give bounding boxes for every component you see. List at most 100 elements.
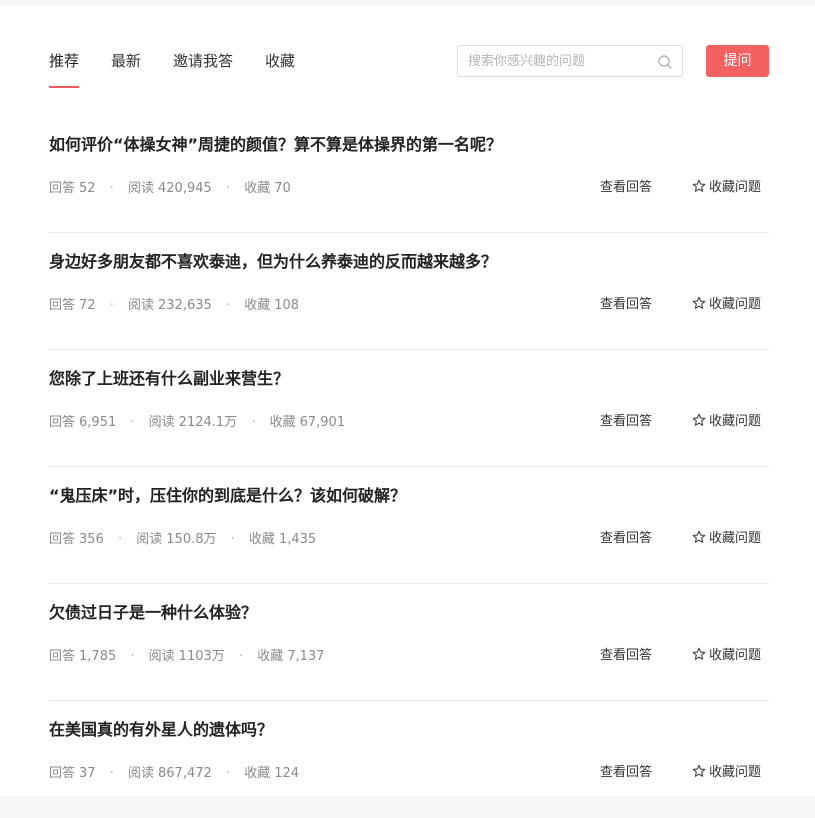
- reads-count: 232,635: [158, 298, 212, 313]
- favorite-question-label: 收藏问题: [708, 765, 761, 780]
- reads-label: 阅读: [148, 649, 175, 664]
- answers-label: 回答: [49, 181, 76, 196]
- separator: ·: [130, 649, 135, 664]
- answers-count: 356: [79, 532, 104, 547]
- question-stats: 回答 6,951 · 阅读 2124.1万 · 收藏 67,901: [49, 411, 345, 430]
- question-actions: 查看回答 收藏问题: [600, 527, 761, 546]
- tab-recommended[interactable]: 推荐: [49, 44, 80, 88]
- view-answers-button[interactable]: 查看回答: [600, 527, 652, 546]
- separator: ·: [117, 532, 123, 547]
- question-stats: 回答 52 · 阅读 420,945 · 收藏 70: [49, 177, 291, 196]
- star-icon: [692, 764, 706, 777]
- feed-header: 推荐 最新 邀请我答 收藏 提问: [49, 44, 769, 90]
- question-item: 您除了上班还有什么副业来营生？ 回答 6,951 · 阅读 2124.1万 · 收藏…: [49, 350, 769, 467]
- answers-label: 回答: [49, 532, 76, 547]
- question-stats: 回答 1,785 · 阅读 1103万 · 收藏 7,137: [49, 645, 324, 664]
- question-title[interactable]: 欠债过日子是一种什么体验？: [49, 599, 257, 623]
- question-feed-card: 推荐 最新 邀请我答 收藏 提问 如何评价“体操女神”周捷的颜值？算不算是体操界…: [0, 6, 815, 796]
- separator: ·: [225, 298, 231, 313]
- question-title[interactable]: “鬼压床”时，压住你的到底是什么？该如何破解？: [49, 482, 406, 506]
- answers-count: 72: [79, 298, 96, 313]
- reads-count: 867,472: [158, 766, 212, 781]
- question-actions: 查看回答 收藏问题: [600, 410, 761, 429]
- view-answers-button[interactable]: 查看回答: [600, 761, 652, 780]
- reads-count: 1103万: [178, 649, 225, 664]
- view-answers-button[interactable]: 查看回答: [600, 410, 652, 429]
- star-icon: [692, 647, 706, 660]
- question-actions: 查看回答 收藏问题: [600, 644, 761, 663]
- favorites-label: 收藏: [244, 181, 271, 196]
- favorite-question-label: 收藏问题: [708, 180, 761, 195]
- answers-count: 52: [79, 181, 96, 196]
- tab-latest[interactable]: 最新: [111, 44, 141, 88]
- question-title[interactable]: 您除了上班还有什么副业来营生？: [49, 365, 289, 389]
- separator: ·: [109, 181, 114, 196]
- tab-invited[interactable]: 邀请我答: [173, 44, 233, 88]
- separator: ·: [230, 532, 235, 547]
- search-box: [457, 45, 683, 77]
- reads-count: 2124.1万: [178, 415, 238, 430]
- view-answers-button[interactable]: 查看回答: [600, 644, 652, 663]
- ask-question-button[interactable]: 提问: [706, 45, 769, 77]
- reads-label: 阅读: [127, 766, 154, 781]
- star-icon: [692, 413, 706, 426]
- tab-favorites[interactable]: 收藏: [265, 44, 295, 88]
- view-answers-button[interactable]: 查看回答: [600, 176, 652, 195]
- answers-label: 回答: [49, 649, 76, 664]
- favorite-question-button[interactable]: 收藏问题: [692, 527, 761, 546]
- separator: ·: [130, 415, 135, 430]
- favorites-label: 收藏: [248, 532, 275, 547]
- separator: ·: [109, 298, 114, 313]
- question-item: 欠债过日子是一种什么体验？ 回答 1,785 · 阅读 1103万 · 收藏 7,13…: [49, 584, 769, 701]
- separator: ·: [225, 766, 231, 781]
- reads-count: 150.8万: [166, 532, 217, 547]
- favorites-label: 收藏: [257, 649, 284, 664]
- question-actions: 查看回答 收藏问题: [600, 761, 761, 780]
- question-list: 如何评价“体操女神”周捷的颜值？算不算是体操界的第一名呢？ 回答 52 · 阅读 4…: [49, 116, 769, 818]
- answers-count: 1,785: [79, 649, 117, 664]
- favorites-count: 108: [274, 298, 300, 313]
- reads-label: 阅读: [127, 181, 154, 196]
- favorites-label: 收藏: [244, 298, 271, 313]
- question-actions: 查看回答 收藏问题: [600, 293, 761, 312]
- favorites-count: 70: [274, 181, 291, 196]
- favorite-question-button[interactable]: 收藏问题: [692, 761, 761, 780]
- question-title[interactable]: 在美国真的有外星人的遗体吗？: [49, 716, 273, 740]
- favorite-question-button[interactable]: 收藏问题: [692, 410, 761, 429]
- favorites-count: 124: [274, 766, 300, 781]
- separator: ·: [251, 415, 256, 430]
- view-answers-button[interactable]: 查看回答: [600, 293, 652, 312]
- favorites-count: 7,137: [287, 649, 325, 664]
- question-stats: 回答 72 · 阅读 232,635 · 收藏 108: [49, 294, 299, 313]
- separator: ·: [109, 766, 114, 781]
- answers-label: 回答: [49, 766, 76, 781]
- favorites-count: 1,435: [278, 532, 317, 547]
- favorite-question-button[interactable]: 收藏问题: [692, 176, 761, 195]
- question-title[interactable]: 如何评价“体操女神”周捷的颜值？算不算是体操界的第一名呢？: [49, 131, 502, 155]
- answers-count: 6,951: [79, 415, 117, 430]
- favorites-label: 收藏: [244, 766, 271, 781]
- favorite-question-label: 收藏问题: [708, 414, 761, 429]
- question-title[interactable]: 身边好多朋友都不喜欢泰迪，但为什么养泰迪的反而越来越多？: [49, 248, 497, 272]
- question-stats: 回答 37 · 阅读 867,472 · 收藏 124: [49, 762, 299, 781]
- favorite-question-button[interactable]: 收藏问题: [692, 644, 761, 663]
- favorite-question-button[interactable]: 收藏问题: [692, 293, 761, 312]
- star-icon: [692, 296, 706, 309]
- search-icon[interactable]: [657, 54, 673, 70]
- favorites-count: 67,901: [299, 415, 346, 430]
- reads-label: 阅读: [148, 415, 175, 430]
- question-item: 在美国真的有外星人的遗体吗？ 回答 37 · 阅读 867,472 · 收藏 124 …: [49, 701, 769, 818]
- star-icon: [692, 179, 706, 192]
- answers-label: 回答: [49, 415, 76, 430]
- question-item: 如何评价“体操女神”周捷的颜值？算不算是体操界的第一名呢？ 回答 52 · 阅读 4…: [49, 116, 769, 233]
- reads-label: 阅读: [136, 532, 163, 547]
- favorite-question-label: 收藏问题: [708, 648, 761, 663]
- question-actions: 查看回答 收藏问题: [600, 176, 761, 195]
- question-stats: 回答 356 · 阅读 150.8万 · 收藏 1,435: [49, 528, 316, 547]
- favorites-label: 收藏: [269, 415, 296, 430]
- search-input[interactable]: [468, 52, 648, 70]
- answers-label: 回答: [49, 298, 76, 313]
- reads-count: 420,945: [158, 181, 212, 196]
- star-icon: [692, 530, 706, 543]
- reads-label: 阅读: [127, 298, 154, 313]
